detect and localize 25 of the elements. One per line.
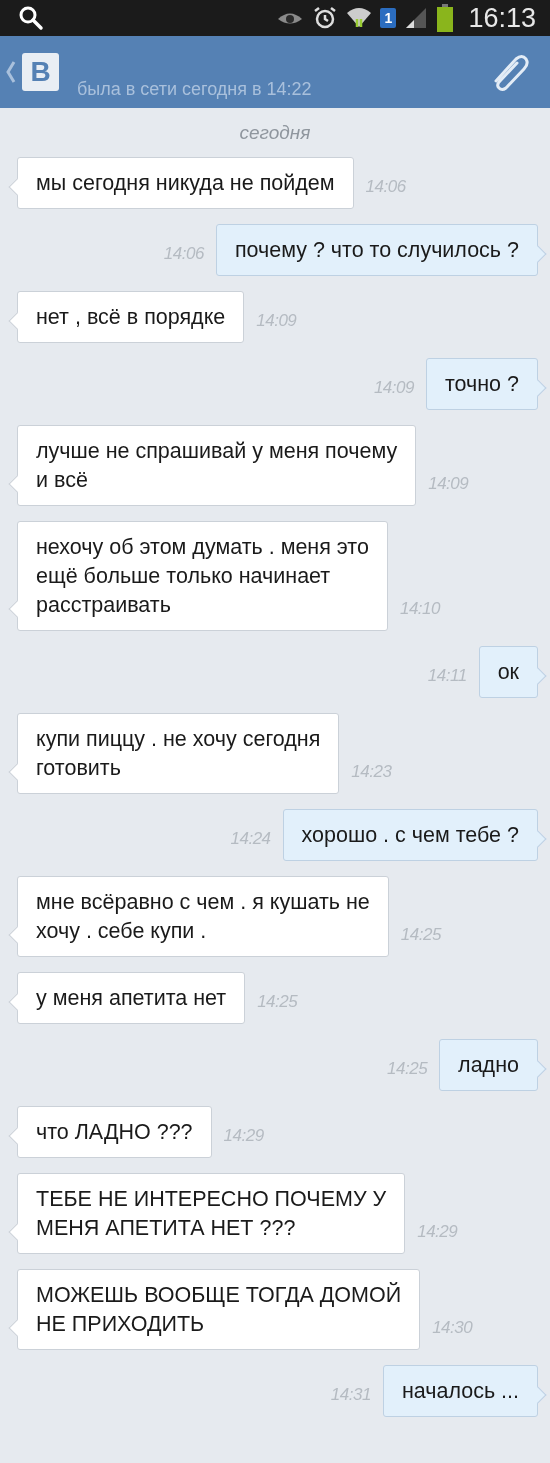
received-message: нет , всё в порядке	[9, 291, 245, 343]
received-message: что ЛАДНО ???	[9, 1106, 212, 1158]
received-message: нехочу об этом думать . меня это ещё больше только начинает расстраивать	[9, 521, 388, 631]
sent-message: началось ...	[382, 1365, 546, 1417]
sent-message: точно ?	[425, 358, 546, 410]
sim-badge: 1	[380, 8, 397, 28]
sent-message: почему ? что то случилось ?	[215, 224, 546, 276]
received-message: ТЕБЕ НЕ ИНТЕРЕСНО ПОЧЕМУ У МЕНЯ АПЕТИТА НЕТ ???	[9, 1173, 406, 1254]
received-message: лучше не спрашивай у меня почему и всё	[9, 425, 417, 506]
app-logo[interactable]: B	[22, 53, 59, 91]
received-message: у меня апетита нет	[9, 972, 246, 1024]
back-chevron-icon[interactable]	[6, 60, 16, 84]
battery-icon	[436, 4, 455, 32]
search-icon[interactable]	[18, 5, 44, 31]
clock-time: 16:13	[468, 2, 536, 34]
date-divider: сегодня	[239, 122, 311, 144]
sent-message: хорошо . с чем тебе ?	[282, 809, 546, 861]
received-message: мы сегодня никуда не пойдем	[9, 157, 354, 209]
sent-message: ладно	[439, 1039, 546, 1091]
received-message: мне всёравно с чем . я кушать не хочу . себе купи .	[9, 876, 389, 957]
received-message: МОЖЕШЬ ВООБЩЕ ТОГДА ДОМОЙ НЕ ПРИХОДИТЬ	[9, 1269, 421, 1350]
received-message: купи пиццу . не хочу сегодня готовить	[9, 713, 340, 794]
signal-icon	[404, 6, 429, 30]
last-seen-status: была в сети сегодня в 14:22	[77, 79, 312, 100]
sent-message: ок	[478, 646, 546, 698]
